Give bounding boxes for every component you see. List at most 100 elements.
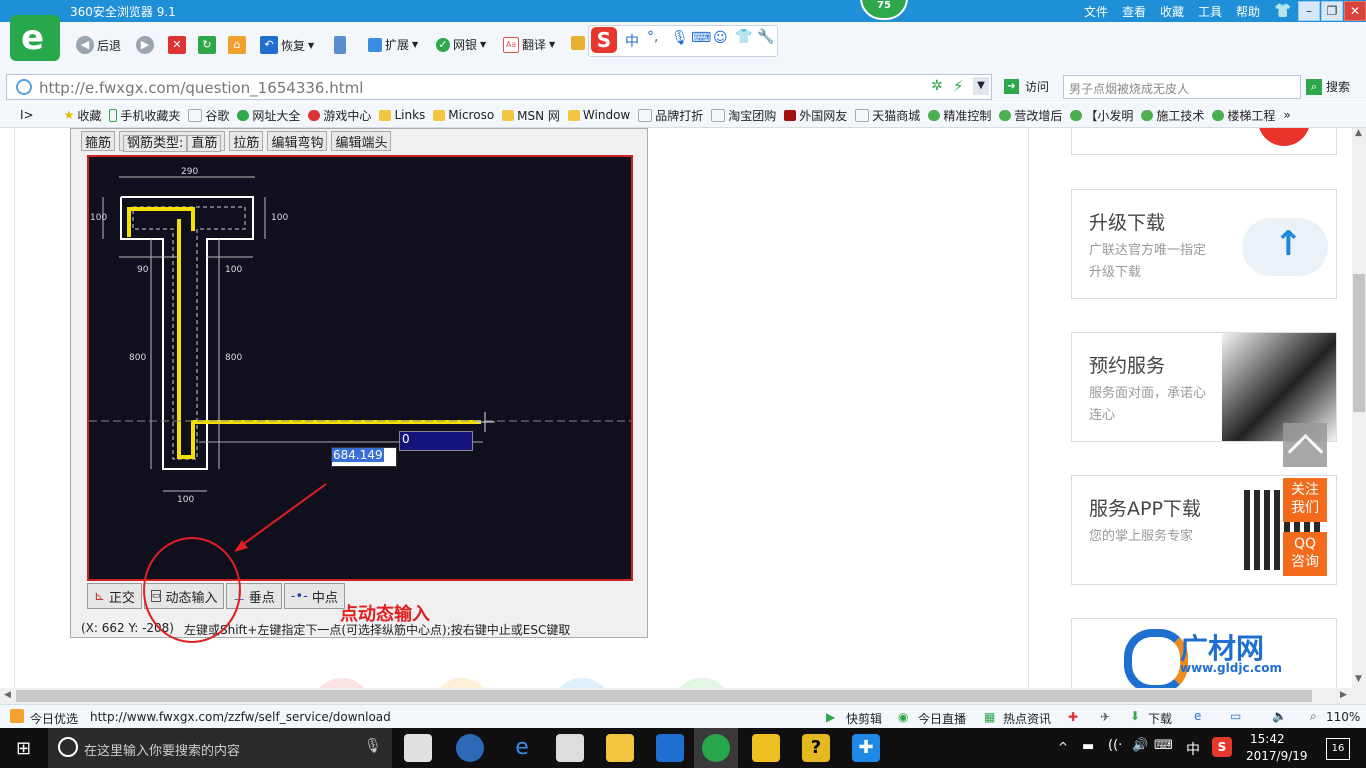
vertical-scroll-thumb[interactable] bbox=[1353, 274, 1365, 412]
close-button[interactable]: ✕ bbox=[1344, 1, 1366, 21]
bookmark-item[interactable]: 楼梯工程 bbox=[1212, 107, 1275, 124]
glodon-icon[interactable] bbox=[656, 734, 684, 762]
battery-icon[interactable]: ▬ bbox=[1082, 739, 1094, 754]
store-icon[interactable] bbox=[556, 734, 584, 762]
netbank-button[interactable]: ✓ 网银 ▼ bbox=[436, 36, 486, 53]
browser-logo-icon[interactable]: e bbox=[10, 15, 60, 61]
extend-button[interactable]: 扩展 ▼ bbox=[368, 36, 418, 53]
sidebar-toggle-icon[interactable]: I> bbox=[20, 108, 34, 122]
home-button[interactable]: ⌂ bbox=[228, 36, 246, 54]
game-button[interactable] bbox=[571, 36, 585, 50]
pin-icon[interactable]: ✈ bbox=[1100, 710, 1110, 724]
taskbar-search[interactable]: 在这里输入你要搜索的内容 🎙 bbox=[48, 728, 392, 768]
menu-favorites[interactable]: 收藏 bbox=[1160, 3, 1184, 20]
teamviewer-icon[interactable]: ✚ bbox=[852, 734, 880, 762]
back-to-top-button[interactable] bbox=[1283, 423, 1327, 470]
horizontal-scroll-thumb[interactable] bbox=[16, 690, 1312, 702]
search-input[interactable]: 男子点烟被烧成无皮人 bbox=[1063, 75, 1301, 99]
status-item[interactable]: 今日直播 bbox=[918, 710, 966, 727]
bookmark-item[interactable]: 施工技术 bbox=[1141, 107, 1204, 124]
bookmark-item[interactable]: 淘宝团购 bbox=[711, 107, 776, 124]
punctuation-icon[interactable]: °, bbox=[647, 29, 658, 45]
volume-icon[interactable]: 🔈 bbox=[1272, 709, 1287, 723]
clock-date[interactable]: 2017/9/19 bbox=[1246, 749, 1308, 763]
bookmark-item[interactable]: 外国网友 bbox=[784, 107, 847, 124]
address-bar[interactable]: http://e.fwxgx.com/question_1654336.html… bbox=[6, 74, 992, 100]
menu-tools[interactable]: 工具 bbox=[1198, 3, 1222, 20]
menu-view[interactable]: 查看 bbox=[1122, 3, 1146, 20]
visit-button[interactable]: ➜ 访问 bbox=[1004, 78, 1049, 95]
scroll-up-icon[interactable]: ▲ bbox=[1355, 128, 1362, 138]
bookmark-item[interactable]: Window bbox=[567, 108, 630, 122]
bookmark-item[interactable]: 谷歌 bbox=[188, 107, 229, 124]
keyboard-icon[interactable]: ⌨ bbox=[691, 30, 711, 46]
bookmark-item[interactable]: 品牌打折 bbox=[638, 107, 703, 124]
translate-button[interactable]: Aa 翻译 ▼ bbox=[503, 36, 555, 53]
user-icon[interactable]: ☺ bbox=[713, 30, 728, 46]
taskbar-ime[interactable]: 中 bbox=[1186, 739, 1200, 759]
bookmark-item[interactable]: MSN 网 bbox=[502, 107, 560, 124]
app-swirl-icon[interactable] bbox=[456, 734, 484, 762]
bookmark-item[interactable]: 手机收藏夹 bbox=[109, 107, 180, 124]
sidebar-card-upgrade[interactable]: 升级下载 广联达官方唯一指定升级下载 ↑ bbox=[1071, 189, 1337, 299]
skin-icon[interactable]: 👕 bbox=[1274, 3, 1291, 19]
microphone-icon[interactable]: 🎙 bbox=[364, 738, 382, 754]
length-input[interactable]: 684.149 bbox=[331, 447, 397, 467]
maximize-button[interactable]: ❐ bbox=[1321, 1, 1343, 21]
scroll-left-icon[interactable]: ◀ bbox=[4, 690, 11, 700]
scroll-right-icon[interactable]: ▶ bbox=[1340, 690, 1347, 700]
scroll-down-icon[interactable]: ▼ bbox=[1355, 674, 1362, 684]
forward-button[interactable]: ▶ bbox=[136, 36, 154, 54]
bookmark-item[interactable]: 网址大全 bbox=[237, 107, 300, 124]
mobile-button[interactable] bbox=[334, 36, 346, 54]
notes-icon[interactable] bbox=[752, 734, 780, 762]
status-item[interactable]: 下载 bbox=[1148, 710, 1172, 727]
sogou-tray-icon[interactable]: S bbox=[1212, 737, 1232, 757]
bookmark-item[interactable]: 营改增后 bbox=[999, 107, 1062, 124]
address-url[interactable]: http://e.fwxgx.com/question_1654336.html bbox=[39, 79, 363, 97]
sidebar-card-partial[interactable] bbox=[1071, 128, 1337, 155]
windows-start-icon[interactable]: ⊞ bbox=[16, 738, 31, 759]
back-button[interactable]: ◀ 后退 bbox=[76, 36, 121, 54]
volume-icon[interactable]: 🔊 bbox=[1132, 738, 1148, 753]
status-item[interactable]: 快剪辑 bbox=[846, 710, 882, 727]
ie-icon[interactable]: e bbox=[1194, 709, 1201, 723]
bookmark-item[interactable]: 游戏中心 bbox=[308, 107, 371, 124]
bookmark-item[interactable]: ★ 收藏 bbox=[64, 107, 102, 124]
search-button[interactable]: ⌕ 搜索 bbox=[1306, 78, 1350, 95]
window-icon[interactable]: ▭ bbox=[1230, 709, 1241, 723]
wrench-icon[interactable]: 🔧 bbox=[757, 29, 774, 45]
follow-us-button[interactable]: 关注我们 bbox=[1283, 478, 1327, 522]
sogou-logo-icon[interactable]: S bbox=[591, 27, 617, 53]
speed-mode-icon[interactable]: ⚡ bbox=[953, 77, 964, 95]
zoom-level[interactable]: 110% bbox=[1326, 710, 1360, 724]
qq-consult-button[interactable]: QQ咨询 bbox=[1283, 532, 1327, 576]
sidebar-card-gldjc[interactable]: 广材网 www.gldjc.com bbox=[1071, 618, 1337, 688]
refresh-button[interactable]: ↻ bbox=[198, 36, 216, 54]
address-dropdown-icon[interactable]: ▼ bbox=[973, 77, 989, 95]
bookmark-item[interactable]: Microso bbox=[433, 108, 494, 122]
clock-time[interactable]: 15:42 bbox=[1250, 732, 1285, 746]
tray-expand-icon[interactable]: ^ bbox=[1058, 740, 1068, 754]
minimize-button[interactable]: – bbox=[1298, 1, 1320, 21]
medical-icon[interactable]: ✚ bbox=[1068, 710, 1078, 724]
status-item[interactable]: 热点资讯 bbox=[1003, 710, 1051, 727]
restore-button[interactable]: ↶ 恢复 ▼ bbox=[260, 36, 314, 54]
360-browser-icon[interactable] bbox=[702, 734, 730, 762]
help-icon[interactable]: ? bbox=[802, 734, 830, 762]
microphone-icon[interactable]: 🎙 bbox=[671, 30, 689, 46]
bookmark-item[interactable]: 精准控制 bbox=[928, 107, 991, 124]
today-pick[interactable]: 今日优选 bbox=[30, 710, 78, 727]
edge-icon[interactable]: e bbox=[508, 734, 536, 762]
menu-file[interactable]: 文件 bbox=[1084, 3, 1108, 20]
bookmark-item[interactable]: 【小发明 bbox=[1070, 107, 1133, 124]
stop-button[interactable]: ✕ bbox=[168, 36, 186, 54]
ime-lang[interactable]: 中 bbox=[625, 31, 639, 51]
shirt-icon[interactable]: 👕 bbox=[735, 29, 752, 45]
keyboard-icon[interactable]: ⌨ bbox=[1154, 738, 1173, 753]
bookmark-item[interactable]: Links bbox=[379, 108, 425, 122]
bookmarks-overflow-icon[interactable]: » bbox=[1283, 108, 1290, 122]
notification-center-icon[interactable]: 16 bbox=[1326, 738, 1350, 760]
task-view-icon[interactable] bbox=[404, 734, 432, 762]
menu-help[interactable]: 帮助 bbox=[1236, 3, 1260, 20]
